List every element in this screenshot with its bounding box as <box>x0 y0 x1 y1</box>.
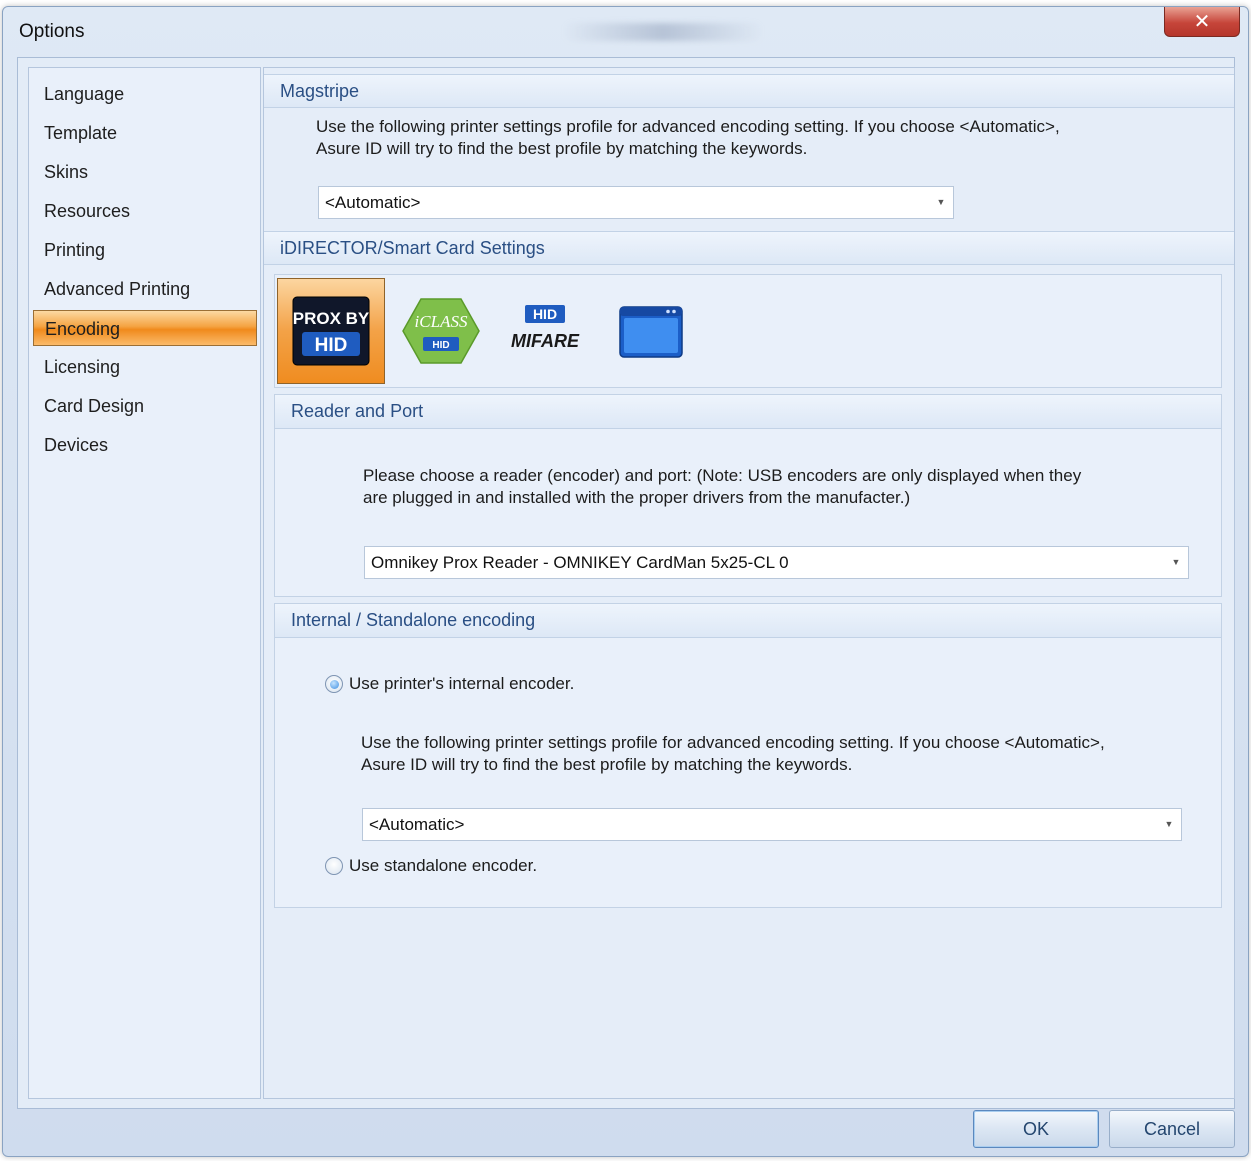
encoding-settings-panel: Magstripe Use the following printer sett… <box>263 67 1235 1099</box>
svg-text:HID: HID <box>533 306 557 322</box>
sidebar-item-template[interactable]: Template <box>33 115 257 151</box>
card-type-iclass[interactable]: iCLASS HID <box>387 278 495 384</box>
svg-text:MIFARE: MIFARE <box>511 331 580 351</box>
title-bar: Options ✕ <box>3 7 1248 55</box>
internal-standalone-group: Internal / Standalone encoding Use print… <box>274 603 1222 908</box>
internal-encoder-option[interactable]: Use printer's internal encoder. <box>325 674 574 694</box>
sidebar-item-devices[interactable]: Devices <box>33 427 257 463</box>
options-sidebar: Language Template Skins Resources Printi… <box>28 67 261 1099</box>
reader-description-line1: Please choose a reader (encoder) and por… <box>363 466 1082 485</box>
background-window-title-blur <box>563 23 763 41</box>
sidebar-item-licensing[interactable]: Licensing <box>33 349 257 385</box>
internal-description-line2: Asure ID will try to find the best profi… <box>361 755 853 774</box>
window-title: Options <box>19 21 85 42</box>
prox-by-hid-icon: PROX BY HID <box>292 296 370 366</box>
magstripe-description-line2: Asure ID will try to find the best profi… <box>316 139 808 158</box>
internal-standalone-header: Internal / Standalone encoding <box>275 604 1221 638</box>
reader-port-value: Omnikey Prox Reader - OMNIKEY CardMan 5x… <box>371 553 789 572</box>
cancel-button[interactable]: Cancel <box>1109 1110 1235 1148</box>
iclass-icon: iCLASS HID <box>402 298 480 364</box>
svg-text:HID: HID <box>432 340 449 351</box>
application-window-icon <box>619 306 683 358</box>
internal-profile-value: <Automatic> <box>369 815 465 834</box>
sidebar-item-advanced-printing[interactable]: Advanced Printing <box>33 271 257 307</box>
sidebar-item-encoding[interactable]: Encoding <box>33 310 257 346</box>
svg-text:HID: HID <box>315 335 348 356</box>
internal-profile-dropdown[interactable]: <Automatic> ▼ <box>362 808 1182 841</box>
svg-text:iCLASS: iCLASS <box>415 312 468 331</box>
magstripe-header: Magstripe <box>264 74 1234 108</box>
close-icon: ✕ <box>1193 11 1211 33</box>
smartcard-settings-header: iDIRECTOR/Smart Card Settings <box>264 231 1234 265</box>
ok-button[interactable]: OK <box>973 1110 1099 1148</box>
standalone-encoder-radio[interactable] <box>325 857 343 875</box>
chevron-down-icon: ▼ <box>1164 819 1174 829</box>
reader-port-header: Reader and Port <box>275 395 1221 429</box>
svg-text:PROX BY: PROX BY <box>293 309 370 328</box>
chevron-down-icon: ▼ <box>1171 557 1181 567</box>
reader-port-dropdown[interactable]: Omnikey Prox Reader - OMNIKEY CardMan 5x… <box>364 546 1189 579</box>
card-type-selector: PROX BY HID iCLASS HID HID MIFARE <box>274 274 1222 388</box>
internal-encoder-radio[interactable] <box>325 675 343 693</box>
magstripe-description-line1: Use the following printer settings profi… <box>316 117 1060 136</box>
sidebar-item-language[interactable]: Language <box>33 76 257 112</box>
sidebar-item-skins[interactable]: Skins <box>33 154 257 190</box>
close-button[interactable]: ✕ <box>1164 7 1240 37</box>
card-type-prox-by-hid[interactable]: PROX BY HID <box>277 278 385 384</box>
sidebar-item-printing[interactable]: Printing <box>33 232 257 268</box>
standalone-encoder-label: Use standalone encoder. <box>349 856 538 875</box>
options-dialog: Options ✕ Language Template Skins Resour… <box>2 6 1249 1157</box>
reader-port-group: Reader and Port Please choose a reader (… <box>274 394 1222 597</box>
card-type-generic[interactable] <box>597 278 705 384</box>
magstripe-profile-value: <Automatic> <box>325 193 421 212</box>
reader-description-line2: are plugged in and installed with the pr… <box>363 488 911 507</box>
standalone-encoder-option[interactable]: Use standalone encoder. <box>325 856 537 876</box>
sidebar-item-resources[interactable]: Resources <box>33 193 257 229</box>
card-type-hid-mifare[interactable]: HID MIFARE <box>491 278 599 384</box>
sidebar-item-card-design[interactable]: Card Design <box>33 388 257 424</box>
chevron-down-icon: ▼ <box>936 197 946 207</box>
internal-description-line1: Use the following printer settings profi… <box>361 733 1105 752</box>
dialog-client-area: Language Template Skins Resources Printi… <box>17 57 1235 1109</box>
hid-mifare-icon: HID MIFARE <box>511 305 580 351</box>
magstripe-profile-dropdown[interactable]: <Automatic> ▼ <box>318 186 954 219</box>
internal-encoder-label: Use printer's internal encoder. <box>349 674 575 693</box>
